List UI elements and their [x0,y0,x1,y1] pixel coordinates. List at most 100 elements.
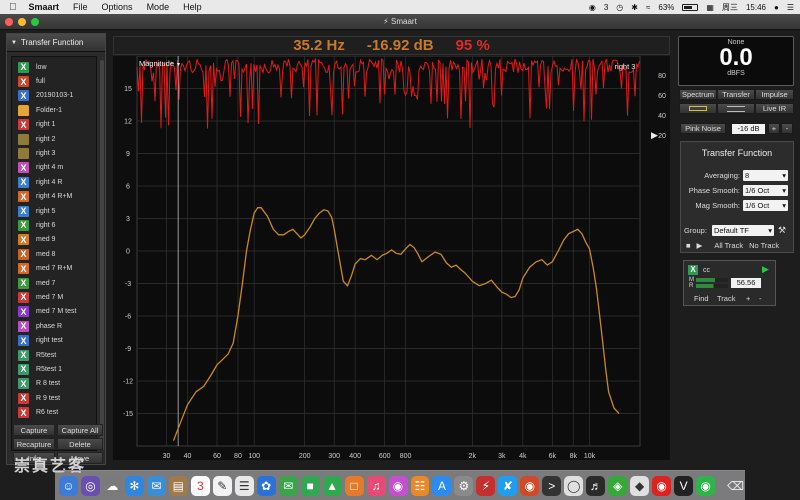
trace-swatch-icon[interactable] [18,148,29,160]
trace-item[interactable]: Xmed 7 R+M [12,261,96,275]
trace-toggle-icon[interactable]: X [18,61,29,73]
bluetooth-icon[interactable]: ✱ [631,3,638,12]
spotlight-icon[interactable]: ◯ [564,475,584,496]
menu-help[interactable]: Help [183,2,202,12]
calendar-icon[interactable]: ▦ [706,3,714,12]
trace-item[interactable]: Xfull [12,74,96,88]
wechat-icon[interactable]: ◉ [589,3,596,12]
music-icon[interactable]: ♫ [366,475,386,496]
trace-toggle-icon[interactable]: X [18,119,29,131]
books-icon[interactable]: ☷ [410,475,430,496]
system-preferences-icon[interactable]: ⚙ [454,475,474,496]
trace-item[interactable]: Xright 4 m [12,161,96,175]
menu-file[interactable]: File [73,2,88,12]
trace-toggle-icon[interactable]: X [18,291,29,303]
trace-toggle-icon[interactable]: X [18,277,29,289]
tools-icon[interactable]: ⚒ [778,225,786,236]
trace-toggle-icon[interactable]: X [18,392,29,404]
trace-item[interactable]: Xmed 9 [12,233,96,247]
launchpad-icon[interactable]: ☁ [102,475,122,496]
trace-item[interactable]: X R5test 1 [12,362,96,376]
v7-icon[interactable]: V [674,475,694,496]
photos-icon[interactable]: ✿ [256,475,276,496]
safari-icon[interactable]: ✻ [124,475,144,496]
notes-icon[interactable]: ✎ [212,475,232,496]
trace-toggle-icon[interactable]: X [18,407,29,419]
trace-item[interactable]: Xright 4 R [12,175,96,189]
trace-item[interactable]: right 3 [12,146,96,160]
firefox-icon[interactable]: ◉ [520,475,540,496]
trace-item[interactable]: Xmed 7 M test [12,305,96,319]
messages-icon[interactable]: ✉ [278,475,298,496]
trace-toggle-icon[interactable]: X [18,349,29,361]
trace-toggle-icon[interactable]: X [18,191,29,203]
trace-item[interactable]: X R 9 test [12,391,96,405]
single-view-button[interactable] [679,103,717,114]
wechat-dock-icon[interactable]: ◉ [696,475,716,496]
generator-level-up[interactable]: + [768,123,780,134]
trace-item[interactable]: Xright 4 R+M [12,190,96,204]
trace-item[interactable]: Xright test [12,333,96,347]
mail-icon[interactable]: ✉ [146,475,166,496]
trace-swatch-icon[interactable] [18,133,29,145]
trace-item[interactable]: X R 8 test [12,377,96,391]
terminal-icon[interactable]: > [542,475,562,496]
utility-icon[interactable]: ◆ [630,475,650,496]
facetime-icon[interactable]: ■ [300,475,320,496]
siri-icon[interactable]: ◎ [80,475,100,496]
no-track-button[interactable]: No Track [749,241,779,250]
trace-toggle-icon[interactable]: X [18,306,29,318]
wifi-icon[interactable]: ≈ [646,3,650,12]
finder-icon[interactable]: ☺ [59,475,78,496]
delay-minus-button[interactable]: - [759,294,762,303]
split-view-button[interactable] [717,103,755,114]
live-ir-button[interactable]: Live IR [755,103,794,114]
trace-toggle-icon[interactable]: X [18,234,29,246]
trace-item[interactable]: X 20190103-1 [12,89,96,103]
trace-toggle-icon[interactable]: X [18,162,29,174]
find-delay-button[interactable]: Find [694,294,709,303]
trace-item[interactable]: Xmed 8 [12,247,96,261]
trace-item[interactable]: right 2 [12,132,96,146]
magnitude-plot[interactable]: 30 40 60 80 100 200 300 400 600 800 2k 3k 4k 6k 8k 10k 1… [113,55,670,460]
trace-item[interactable]: Xright 5 [12,204,96,218]
clock-time[interactable]: 15:46 [746,3,766,12]
trace-item[interactable]: Xmed 7 [12,276,96,290]
tab-impulse[interactable]: Impulse [755,89,794,100]
tab-spectrum[interactable]: Spectrum [679,89,717,100]
delete-button[interactable]: Delete [57,438,103,450]
menu-options[interactable]: Options [102,2,133,12]
weibo-icon[interactable]: ◉ [652,475,672,496]
run-icon[interactable]: ▶ [762,264,769,275]
trace-item[interactable]: Xlow [12,60,96,74]
podcasts-icon[interactable]: ◉ [388,475,408,496]
tab-transfer[interactable]: Transfer [717,89,755,100]
user-icon[interactable]: ● [774,3,779,12]
list-icon[interactable]: ☰ [787,3,794,12]
numbers-icon[interactable]: ▲ [322,475,342,496]
app-store-icon[interactable]: A [432,475,452,496]
trace-item[interactable]: Folder-1 [12,103,96,117]
trace-item[interactable]: Xmed 7 M [12,290,96,304]
audio-app-icon[interactable]: ♬ [586,475,606,496]
trace-item[interactable]: Xright 1 [12,118,96,132]
trace-item[interactable]: Xright 6 [12,218,96,232]
smaart-dock-icon[interactable]: ⚡ [476,475,496,496]
all-track-button[interactable]: All Track [714,241,743,250]
contacts-icon[interactable]: ▤ [168,475,188,496]
pink-noise-button[interactable]: Pink Noise [680,123,726,134]
trace-toggle-icon[interactable]: X [18,90,29,102]
trash-icon[interactable]: ⌫ [726,476,745,496]
averaging-select[interactable]: 8 ▾ [743,169,788,181]
menu-mode[interactable]: Mode [147,2,170,12]
stop-icon[interactable]: ■ [686,241,691,250]
trace-toggle-icon[interactable]: X [18,205,29,217]
calendar-icon[interactable]: 3 [190,475,210,496]
app-menu[interactable]: Smaart [29,2,60,12]
xcode-icon[interactable]: ✘ [498,475,518,496]
keynote-icon[interactable]: □ [344,475,364,496]
track-button[interactable]: Track [717,294,735,303]
battery-icon[interactable] [682,3,699,11]
folder-icon[interactable] [18,104,29,116]
delay-plus-button[interactable]: + [746,294,750,303]
